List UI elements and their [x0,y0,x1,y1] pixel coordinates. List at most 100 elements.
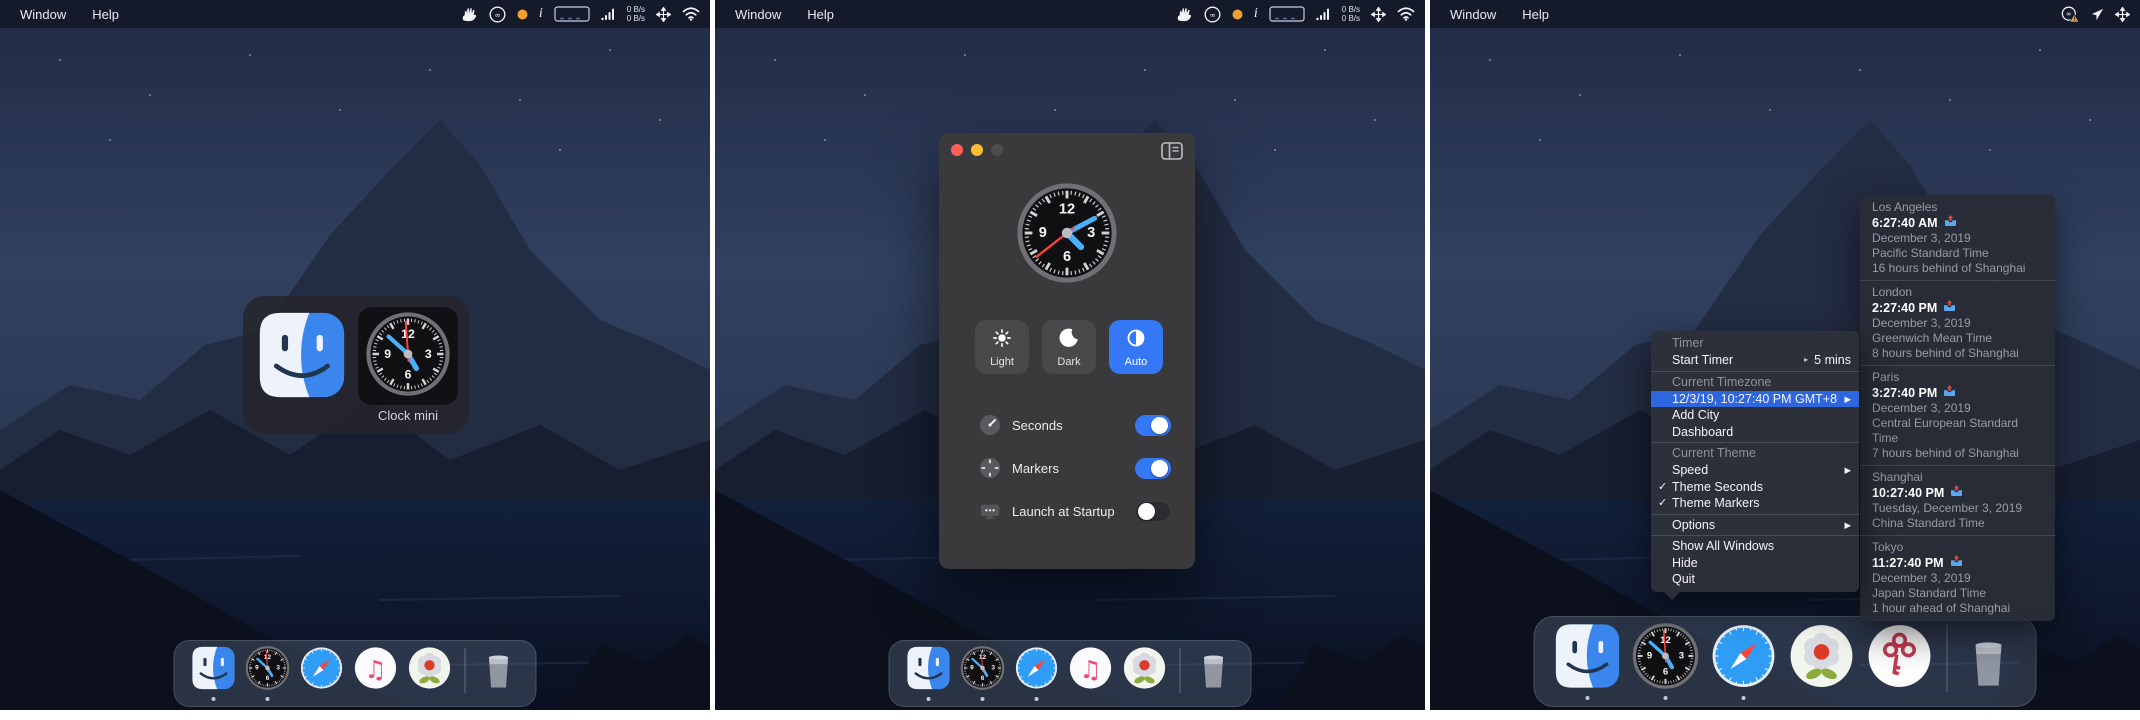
dock-item-finder[interactable] [907,646,951,701]
world-clock-los-angeles[interactable]: Los Angeles 6:27:40 AM December 3, 2019 Pac… [1860,196,2055,280]
battery-box-icon[interactable] [554,6,590,22]
menu-bar-menus: Window Help [0,7,119,22]
dock-item-clock[interactable]: 12 3 6 9 [245,646,290,701]
wifi-icon[interactable] [1397,7,1415,21]
dock-item-finder[interactable] [192,646,236,701]
world-clock-tokyo[interactable]: Tokyo 11:27:40 PM December 3, 2019 Japan St… [1860,535,2055,620]
minimize-button[interactable] [971,144,983,156]
status-dot-icon[interactable] [1232,9,1243,20]
sidebar-toggle-icon[interactable] [1161,142,1183,165]
info-icon[interactable]: i [539,6,543,22]
dock-item-safari[interactable] [300,646,344,701]
dock-item-flower[interactable] [408,646,452,701]
toggle-seconds[interactable] [1135,414,1171,436]
dock-item-finder[interactable] [1555,623,1621,700]
add-to-dashboard-icon[interactable] [1950,485,1963,501]
creative-cloud-icon[interactable]: ∞ [1204,6,1221,23]
creative-cloud-icon[interactable]: ∞ [489,6,506,23]
city-time: 6:27:40 AM [1872,215,2043,231]
hand-icon[interactable] [1176,7,1193,22]
zoom-button-disabled [991,144,1003,156]
city-time: 10:27:40 PM [1872,485,2043,501]
dock-context-menu: Timer Start Timer ▸ 5 mins Current Timezone 1… [1651,331,1859,599]
svg-text:6: 6 [1663,666,1668,677]
submenu-arrow-icon: ▶ [1844,465,1851,475]
dock-item-safari[interactable] [1711,623,1777,700]
move-arrows-icon[interactable] [1371,6,1386,22]
app-switcher-clock-mini[interactable]: 12 3 6 9 [358,307,458,405]
network-rates[interactable]: 0 B/s 0 B/s [627,5,645,23]
menu-title-help[interactable]: Help [92,7,119,22]
city-date: December 3, 2019 [1872,231,1971,245]
signal-bars-icon[interactable] [601,7,616,21]
dock-divider [1946,625,1948,692]
menu-title-window[interactable]: Window [735,7,781,22]
move-arrows-icon[interactable] [656,6,671,22]
theme-button-dark[interactable]: Dark [1042,320,1096,374]
dock-item-music[interactable]: ♫ [354,646,398,701]
toggle-launch-at-startup[interactable] [1135,500,1171,522]
creative-cloud-warning-icon[interactable]: ∞ [2061,6,2080,23]
menu-header: Current Timezone [1672,374,1772,389]
move-arrows-icon[interactable] [2115,6,2130,22]
svg-text:12: 12 [264,654,272,661]
add-to-dashboard-icon[interactable] [1944,215,1957,231]
dock-item-clock[interactable]: 12 3 6 9 [1632,623,1699,700]
dock-item-trash[interactable] [1962,635,2016,700]
toggle-markers[interactable] [1135,457,1171,479]
world-clock-shanghai[interactable]: Shanghai 10:27:40 PM Tuesday, December 3, … [1860,465,2055,535]
menu-item-theme-markers[interactable]: ✓ Theme Markers [1651,495,1859,512]
menu-item-theme-seconds[interactable]: ✓ Theme Seconds [1651,479,1859,496]
app-switcher-finder[interactable] [254,307,350,407]
svg-text:3: 3 [276,665,280,672]
add-to-dashboard-icon[interactable] [1943,300,1956,316]
dock: 12 3 6 9 ♫ [173,640,537,707]
dock-item-trash[interactable] [1194,650,1234,701]
svg-text:6: 6 [405,367,412,381]
menu-item-show-all-windows[interactable]: Show All Windows [1651,538,1859,555]
dock-item-trash[interactable] [479,650,519,701]
close-button[interactable] [951,144,963,156]
world-clock-paris[interactable]: Paris 3:27:40 PM December 3, 2019 Central E… [1860,365,2055,465]
menu-item-add-city[interactable]: Add City [1651,407,1859,424]
wifi-icon[interactable] [682,7,700,21]
menu-title-window[interactable]: Window [1450,7,1496,22]
menu-title-window[interactable]: Window [20,7,66,22]
battery-box-icon[interactable] [1269,6,1305,22]
menu-item-12-3-19-10-27-40-pm-gmt-8[interactable]: 12/3/19, 10:27:40 PM GMT+8 ▶ [1651,390,1859,407]
safari-icon [300,646,344,695]
dock-item-flower[interactable] [1123,646,1167,701]
clock-icon: 12 3 6 9 [960,646,1005,695]
menu-item-options[interactable]: Options ▶ [1651,517,1859,534]
svg-text:9: 9 [1039,225,1047,241]
dock-item-flower[interactable] [1789,623,1855,700]
status-dot-icon[interactable] [517,9,528,20]
menu-bar: Window Help ∞ i 0 B/s 0 B/s [715,0,1425,28]
checkmark-icon: ✓ [1658,480,1668,493]
dock-item-clock[interactable]: 12 3 6 9 [960,646,1005,701]
signal-bars-icon[interactable] [1316,7,1331,21]
dock-item-keys[interactable] [1867,623,1933,700]
add-to-dashboard-icon[interactable] [1950,555,1963,571]
menu-item-quit[interactable]: Quit [1651,571,1859,588]
menu-item-detail-text: 5 mins [1814,353,1851,367]
submenu-arrow-icon: ▶ [1844,519,1851,530]
add-to-dashboard-icon[interactable] [1943,385,1956,401]
menu-item-hide[interactable]: Hide [1651,555,1859,572]
app-switcher: 12 3 6 9 Clock mini [243,296,469,434]
location-arrow-icon[interactable] [2091,8,2104,21]
menu-title-help[interactable]: Help [1522,7,1549,22]
hand-icon[interactable] [461,7,478,22]
theme-button-auto[interactable]: Auto [1109,320,1163,374]
menu-bar: Window Help ∞ i 0 B/s 0 B/s [0,0,710,28]
menu-title-help[interactable]: Help [807,7,834,22]
info-icon[interactable]: i [1254,6,1258,22]
menu-item-start-timer[interactable]: Start Timer ▸ 5 mins [1651,352,1859,369]
dock-item-safari[interactable] [1015,646,1059,701]
dock-item-music[interactable]: ♫ [1069,646,1113,701]
menu-item-dashboard[interactable]: Dashboard [1651,424,1859,441]
network-rates[interactable]: 0 B/s 0 B/s [1342,5,1360,23]
theme-button-light[interactable]: Light [975,320,1029,374]
menu-item-speed[interactable]: Speed ▶ [1651,462,1859,479]
world-clock-london[interactable]: London 2:27:40 PM December 3, 2019 Greenwic… [1860,280,2055,365]
